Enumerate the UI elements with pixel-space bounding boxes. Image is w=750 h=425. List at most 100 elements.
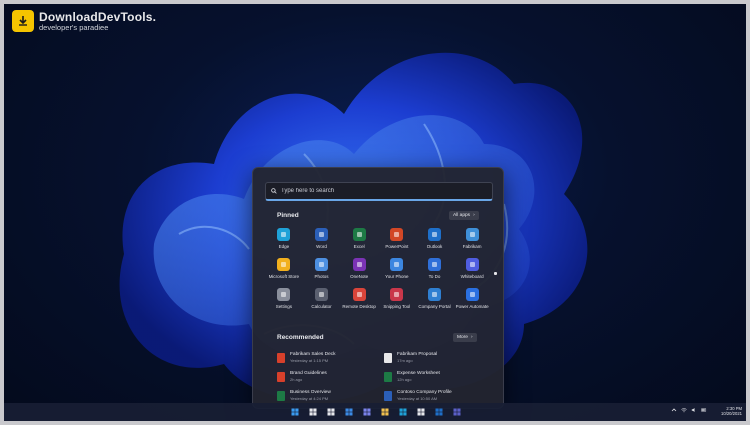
teams-icon[interactable] [451, 406, 463, 418]
recommended-item-time: Yesterday at 10:50 AM [397, 396, 438, 401]
recommended-list: Fabrikam Sales Deck Yesterday at 1:15 PM F… [277, 352, 491, 401]
power-automate-icon [465, 288, 479, 301]
speaker-icon[interactable] [691, 407, 697, 413]
windows-start-icon[interactable] [289, 406, 301, 418]
pinned-app-label: Calculator [311, 304, 332, 309]
start-menu: Pinned All apps › Edge Word Excel PowerPoin… [252, 167, 504, 409]
recommended-item-name: Fabrikam Sales Deck [290, 352, 336, 357]
pinned-app[interactable]: Excel [340, 228, 378, 249]
pinned-app[interactable]: PowerPoint [378, 228, 416, 249]
search-input[interactable] [281, 188, 481, 194]
teams-chat-icon[interactable] [361, 406, 373, 418]
pinned-app[interactable]: To Do [416, 258, 454, 279]
recommended-item[interactable]: Expense Worksheet 12h ago [384, 371, 491, 382]
recommended-item[interactable]: Business Overview Yesterday at 4:24 PM [277, 390, 384, 401]
edge-icon [277, 228, 291, 241]
store-icon[interactable] [415, 406, 427, 418]
company-portal-icon [427, 288, 441, 301]
taskbar-apps [289, 406, 463, 418]
watermark-title: DownloadDevTools. [39, 9, 157, 24]
onenote-icon [352, 258, 366, 271]
recommended-item-time: Yesterday at 1:15 PM [290, 358, 329, 363]
desktop: DownloadDevTools. developer's paradiee P… [4, 4, 746, 421]
all-apps-label: All apps [453, 213, 471, 218]
all-apps-button[interactable]: All apps › [449, 211, 479, 220]
pinned-app[interactable]: Snipping Tool [378, 288, 416, 309]
watermark: DownloadDevTools. developer's paradiee [12, 10, 156, 32]
recommended-item-time: 2h ago [290, 377, 303, 382]
pinned-app-label: Whiteboard [460, 274, 484, 279]
pinned-app[interactable]: OneNote [340, 258, 378, 279]
clock[interactable]: 2:30 PM 10/20/2021 [721, 406, 742, 417]
taskbar: 2:30 PM 10/20/2021 [4, 403, 746, 421]
pinned-app[interactable]: Edge [265, 228, 303, 249]
phone-icon [390, 258, 404, 271]
pinned-app-label: Microsoft Store [268, 274, 299, 279]
pinned-app-label: Power Automate [455, 304, 489, 309]
pdf-file-icon [277, 372, 285, 382]
pinned-app-label: Excel [353, 244, 365, 249]
pinned-apps-grid: Edge Word Excel PowerPoint Outlook Fabrikam Mi… [265, 228, 491, 309]
widgets-icon[interactable] [343, 406, 355, 418]
pinned-app[interactable]: Word [303, 228, 341, 249]
chevron-right-icon: › [470, 335, 473, 340]
download-logo-icon [12, 10, 34, 32]
pinned-app[interactable]: Company Portal [416, 288, 454, 309]
pinned-app-label: Edge [278, 244, 290, 249]
recommended-item[interactable]: Brand Guidelines 2h ago [277, 371, 384, 382]
more-button[interactable]: More › [453, 333, 477, 342]
excel-file-icon [384, 372, 392, 382]
pinned-app[interactable]: Fabrikam [453, 228, 491, 249]
word-file-icon [384, 353, 392, 363]
edge-icon[interactable] [397, 406, 409, 418]
pinned-app-label: Outlook [426, 244, 443, 249]
wifi-icon[interactable] [681, 407, 687, 413]
pinned-app-label: Fabrikam [462, 244, 482, 249]
pinned-app-label: Word [316, 244, 327, 249]
recommended-item-name: Business Overview [290, 390, 331, 395]
watermark-subtitle: developer's paradiee [39, 22, 109, 32]
system-tray [671, 407, 707, 413]
file-explorer-icon[interactable] [379, 406, 391, 418]
chevron-right-icon: › [473, 213, 475, 218]
recommended-item-name: Expense Worksheet [397, 371, 440, 376]
remote-desktop-icon [352, 288, 366, 301]
pinned-app[interactable]: Calculator [303, 288, 341, 309]
pinned-title: Pinned [277, 212, 299, 219]
pinned-app[interactable]: Power Automate [453, 288, 491, 309]
recommended-item-name: Fabrikam Proposal [397, 352, 438, 357]
pdf-file-icon [277, 353, 285, 363]
pinned-app[interactable]: Settings [265, 288, 303, 309]
recommended-item[interactable]: Fabrikam Sales Deck Yesterday at 1:15 PM [277, 352, 384, 363]
store-icon [277, 258, 291, 271]
outlook-icon [427, 228, 441, 241]
page-indicator[interactable] [494, 272, 497, 275]
clock-date: 10/20/2021 [721, 411, 742, 417]
pinned-app-label: Settings [275, 304, 292, 309]
pinned-app[interactable]: Your Phone [378, 258, 416, 279]
fabrikam-icon [465, 228, 479, 241]
pinned-app[interactable]: Whiteboard [453, 258, 491, 279]
whiteboard-icon [465, 258, 479, 271]
more-label: More [457, 335, 468, 340]
pinned-app[interactable]: Outlook [416, 228, 454, 249]
search-icon [271, 188, 277, 194]
outlook-icon[interactable] [433, 406, 445, 418]
task-view-icon[interactable] [325, 406, 337, 418]
chevron-up-icon[interactable] [671, 407, 677, 413]
pinned-app[interactable]: Photos [303, 258, 341, 279]
recommended-item[interactable]: Contoso Company Profile Yesterday at 10:5… [384, 390, 491, 401]
pinned-app[interactable]: Microsoft Store [265, 258, 303, 279]
pinned-app[interactable]: Remote Desktop [340, 288, 378, 309]
recommended-item[interactable]: Fabrikam Proposal 17m ago [384, 352, 491, 363]
powerpoint-icon [390, 228, 404, 241]
word-icon [314, 228, 328, 241]
pinned-app-label: To Do [428, 274, 441, 279]
recommended-title: Recommended [277, 334, 324, 341]
pinned-app-label: Snipping Tool [383, 304, 411, 309]
gear-icon [277, 288, 291, 301]
excel-file-icon [277, 391, 285, 401]
search-icon[interactable] [307, 406, 319, 418]
search-box[interactable] [265, 182, 493, 201]
battery-icon[interactable] [701, 407, 707, 413]
